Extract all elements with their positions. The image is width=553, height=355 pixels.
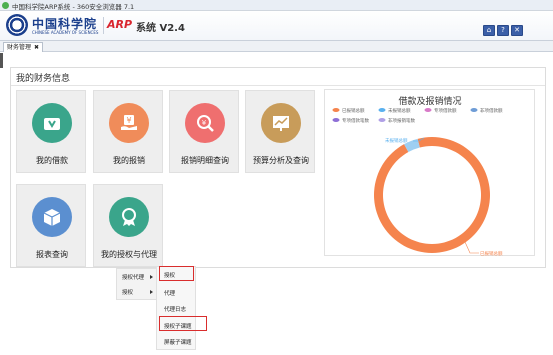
legend-label: 非项报销笔数 xyxy=(388,117,415,124)
system-version: 系统 V2.4 xyxy=(136,23,185,34)
slice-label: 已报销总额 xyxy=(480,250,503,257)
legend-item[interactable]: 非项报销笔数 xyxy=(378,117,416,124)
tile-reimbursement-detail-query[interactable]: ¥ 报销明细查询 xyxy=(169,90,239,173)
exit-icon[interactable]: ✕ xyxy=(511,25,523,36)
chart-title: 借款及报销情况 xyxy=(398,95,461,107)
legend-item[interactable]: 未报销总额 xyxy=(378,107,411,114)
reimburse-icon: ¥ xyxy=(109,103,149,143)
submenu-item-block-subproject[interactable]: 屏蔽子课题 xyxy=(164,338,192,346)
legend-label: 未报销总额 xyxy=(388,107,411,114)
close-icon[interactable]: ✖ xyxy=(34,44,39,51)
legend-swatch xyxy=(332,108,340,112)
slice-label: 未报销总额 xyxy=(385,137,408,144)
svg-text:¥: ¥ xyxy=(126,116,131,125)
svg-text:¥: ¥ xyxy=(202,119,207,127)
tile-my-loans[interactable]: 我的借款 xyxy=(16,90,86,173)
menu-item-authorization[interactable]: 授权 xyxy=(122,288,133,296)
home-icon[interactable]: ⌂ xyxy=(483,25,495,36)
chevron-right-icon xyxy=(150,290,153,294)
legend-swatch xyxy=(378,108,386,112)
chart-pie: 未报销总额已报销总额 xyxy=(374,137,503,257)
legend-label: 已报销总额 xyxy=(342,107,365,114)
tile-my-reimbursement[interactable]: ¥ 我的报销 xyxy=(93,90,163,173)
tab-strip: 财务管理 ✖ xyxy=(0,40,553,52)
tab-label: 财务管理 xyxy=(7,44,32,51)
tab-finance[interactable]: 财务管理 ✖ xyxy=(3,42,44,52)
tile-label: 报表查询 xyxy=(36,250,68,259)
tile-label: 我的借款 xyxy=(36,156,68,165)
slice-label-line xyxy=(464,241,479,254)
org-subtitle: CHINESE ACADEMY OF SCIENCES xyxy=(32,30,99,35)
award-icon xyxy=(109,197,149,237)
tile-label: 预算分析及查询 xyxy=(253,156,309,165)
app-header: 中国科学院 CHINESE ACADEMY OF SCIENCES ARP 系统… xyxy=(0,11,553,40)
highlight-authorize-subproject xyxy=(159,316,207,331)
tile-label: 报销明细查询 xyxy=(181,156,229,165)
chevron-right-icon xyxy=(150,275,153,279)
legend-swatch xyxy=(424,108,432,112)
legend-label: 非项借款额 xyxy=(480,107,503,114)
tile-my-authorization[interactable]: 我的授权与代理 xyxy=(93,184,163,267)
legend-item[interactable]: 专项借款额 xyxy=(424,107,457,114)
tile-label: 我的授权与代理 xyxy=(101,250,157,259)
wallet-icon xyxy=(32,103,72,143)
search-yen-icon: ¥ xyxy=(185,103,225,143)
highlight-authorize xyxy=(159,266,194,281)
legend-item[interactable]: 非项借款额 xyxy=(470,107,503,114)
legend-swatch xyxy=(332,118,340,122)
divider xyxy=(11,85,545,86)
tile-label: 我的报销 xyxy=(113,156,145,165)
box-icon xyxy=(32,197,72,237)
chart-legend: 已报销总额 未报销总额 专项借款额 非项借款额专项借款笔数 非项报销笔数 xyxy=(332,107,503,124)
header-divider xyxy=(103,17,104,34)
browser-icon xyxy=(2,2,9,9)
arp-logo: ARP xyxy=(107,18,133,31)
submenu-item-proxy[interactable]: 代理 xyxy=(164,289,175,297)
legend-item[interactable]: 已报销总额 xyxy=(332,107,365,114)
legend-swatch xyxy=(470,108,478,112)
menu-item-authorization-proxy[interactable]: 授权代理 xyxy=(122,273,144,281)
pie-slice[interactable] xyxy=(374,137,490,253)
chart-board-icon xyxy=(261,103,301,143)
help-icon[interactable]: ? xyxy=(497,25,509,36)
browser-title: 中国科学院ARP系统 - 360安全浏览器 7.1 xyxy=(12,3,135,11)
chart-svg: 借款及报销情况 已报销总额 未报销总额 专项借款额 非项借款额专项借款笔数 非项报销笔数… xyxy=(332,95,503,257)
side-handle[interactable] xyxy=(0,53,3,68)
cas-logo-icon xyxy=(6,14,28,36)
panel-title: 我的财务信息 xyxy=(16,74,71,84)
loan-reimbursement-chart: 借款及报销情况 已报销总额 未报销总额 专项借款额 非项借款额 专项借款笔数 非项报销笔数… xyxy=(324,89,535,257)
legend-item[interactable]: 专项借款笔数 xyxy=(332,117,370,124)
tile-budget-analysis[interactable]: 预算分析及查询 xyxy=(245,90,315,173)
legend-label: 专项借款笔数 xyxy=(342,117,369,124)
legend-label: 专项借款额 xyxy=(434,107,457,114)
tile-report-query[interactable]: 报表查询 xyxy=(16,184,86,267)
submenu-item-proxy-log[interactable]: 代理日志 xyxy=(164,305,186,313)
browser-titlebar: 中国科学院ARP系统 - 360安全浏览器 7.1 xyxy=(0,0,553,11)
legend-swatch xyxy=(378,118,386,122)
